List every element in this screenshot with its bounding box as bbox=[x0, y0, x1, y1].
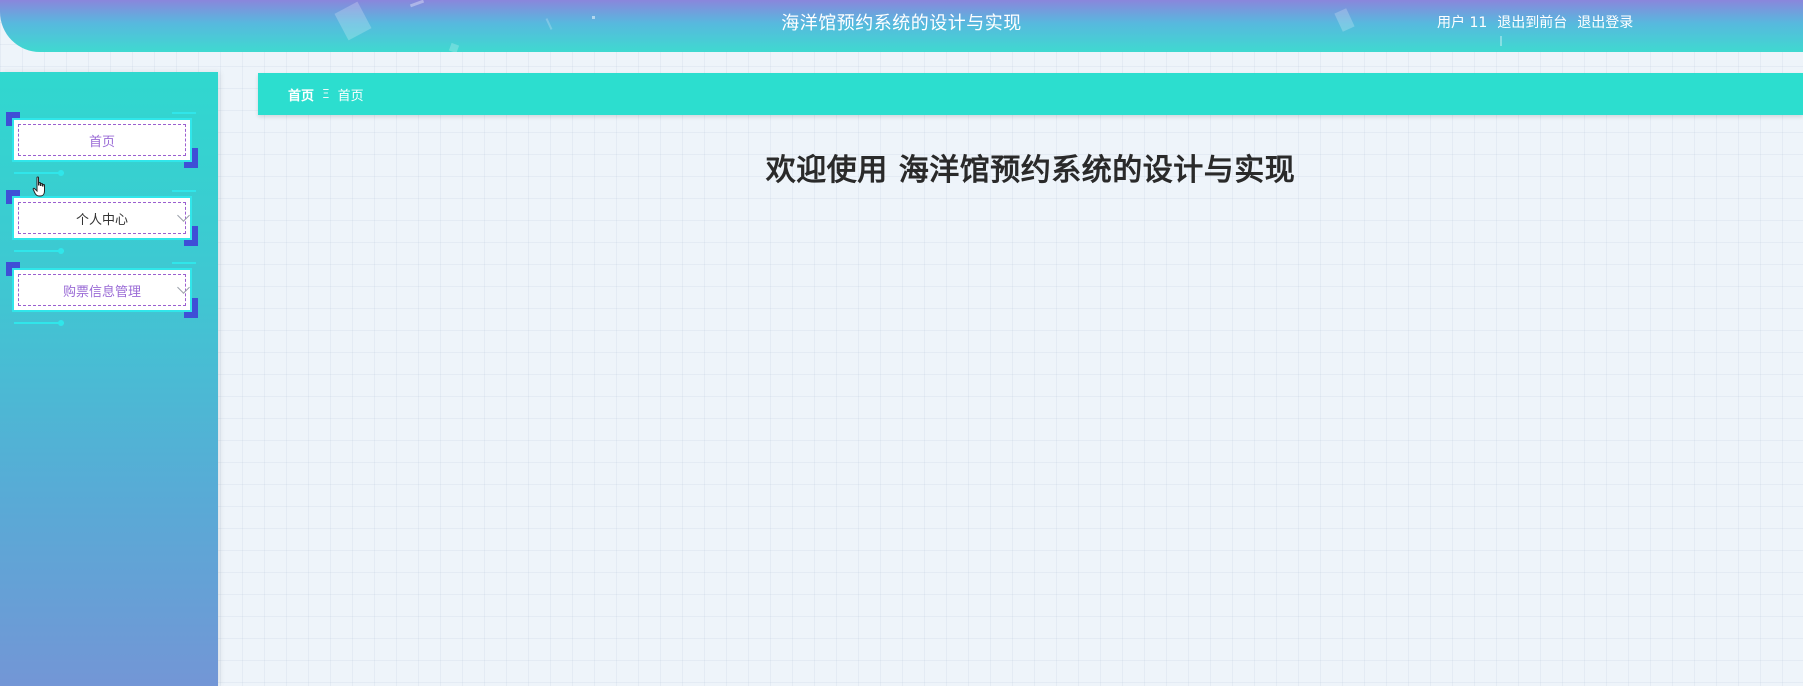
breadcrumb-current: 首页 bbox=[337, 88, 364, 104]
top-header: 海洋馆预约系统的设计与实现 用户 11 退出到前台 退出登录 bbox=[0, 0, 1803, 52]
current-user-label: 用户 11 bbox=[1437, 15, 1488, 31]
menu-dot-decoration bbox=[58, 320, 64, 326]
logout-link[interactable]: 退出登录 bbox=[1577, 13, 1633, 33]
sidebar-menu: 首页 个人中心 购票信息管理 bbox=[0, 72, 218, 686]
welcome-heading: 欢迎使用 海洋馆预约系统的设计与实现 bbox=[765, 153, 1296, 188]
breadcrumb-home-link[interactable]: 首页 bbox=[288, 85, 314, 104]
menu-dot-decoration bbox=[58, 248, 64, 254]
sidebar-item-label: 购票信息管理 bbox=[62, 284, 141, 300]
header-user-area: 用户 11 退出到前台 退出登录 bbox=[1437, 13, 1633, 33]
sidebar-item-ticket-management[interactable]: 购票信息管理 bbox=[6, 262, 198, 326]
hand-pointer-cursor-icon bbox=[32, 176, 45, 197]
menu-line-decoration bbox=[14, 322, 64, 324]
sidebar-item-home[interactable]: 首页 bbox=[6, 112, 198, 176]
menu-dot-decoration bbox=[58, 170, 64, 176]
breadcrumb-separator-icon: Ξ bbox=[322, 87, 330, 101]
sidebar-item-personal-center[interactable]: 个人中心 bbox=[6, 190, 198, 254]
sidebar-item-label: 个人中心 bbox=[75, 212, 128, 228]
sidebar-item-label: 首页 bbox=[88, 134, 115, 150]
menu-line-decoration bbox=[14, 250, 64, 252]
exit-to-front-link[interactable]: 退出到前台 bbox=[1497, 13, 1567, 33]
menu-line-decoration bbox=[14, 172, 64, 174]
breadcrumb: 首页 Ξ 首页 bbox=[258, 73, 1803, 115]
